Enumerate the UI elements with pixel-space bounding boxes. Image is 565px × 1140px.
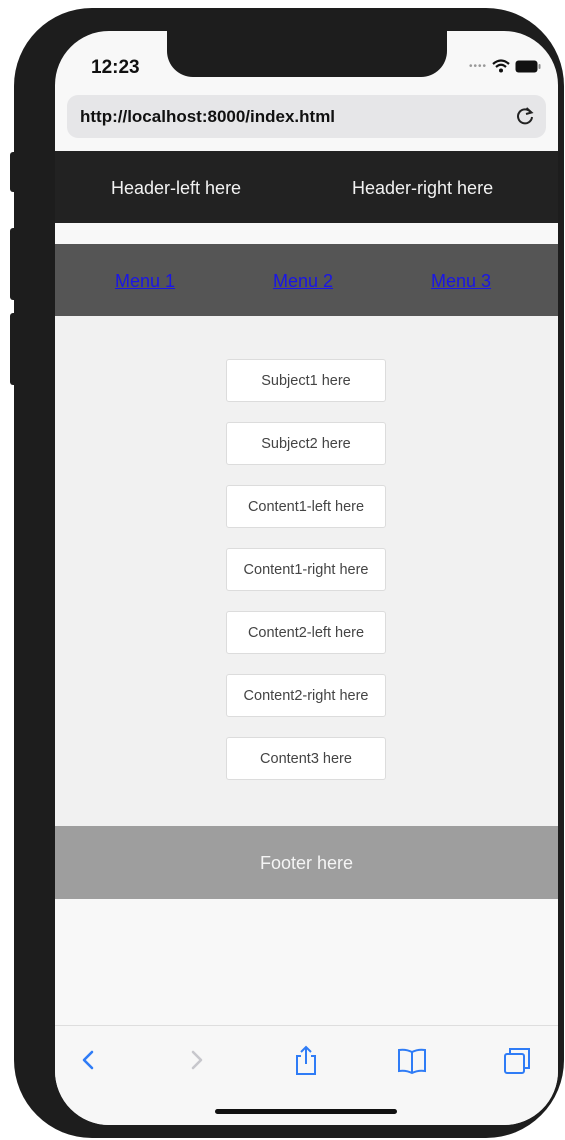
page-nav: Menu 1 Menu 2 Menu 3 (55, 244, 558, 316)
page-header: Header-left here Header-right here (55, 151, 558, 223)
page-footer: Footer here (55, 826, 558, 899)
reload-icon[interactable] (514, 105, 536, 127)
footer-text: Footer here (259, 853, 354, 873)
content-box-list: Subject1 here Subject2 here Content1-lef… (226, 359, 386, 800)
content2-right-box: Content2-right here (226, 674, 386, 717)
back-icon[interactable] (73, 1044, 103, 1076)
nav-menu-1[interactable]: Menu 1 (115, 271, 175, 292)
subject1-box: Subject1 here (226, 359, 386, 402)
nav-menu-2[interactable]: Menu 2 (273, 271, 333, 292)
subject2-box: Subject2 here (226, 422, 386, 465)
signal-dots-icon: •••• (469, 60, 488, 72)
nav-menu-3[interactable]: Menu 3 (431, 271, 491, 292)
content1-left-box: Content1-left here (226, 485, 386, 528)
page-blank-area (55, 899, 558, 1025)
page-content: Subject1 here Subject2 here Content1-lef… (55, 316, 558, 826)
content1-right-box: Content1-right here (226, 548, 386, 591)
address-bar[interactable]: http://localhost:8000/index.html (67, 95, 546, 138)
battery-icon (515, 60, 541, 72)
header-right: Header-right here (352, 178, 494, 198)
content3-box: Content3 here (226, 737, 386, 780)
header-left: Header-left here (111, 178, 242, 198)
forward-icon[interactable] (181, 1044, 211, 1076)
tabs-icon[interactable] (502, 1044, 532, 1076)
notch (167, 31, 447, 77)
share-icon[interactable] (291, 1044, 321, 1076)
home-indicator[interactable] (215, 1109, 397, 1114)
wifi-icon (492, 59, 510, 73)
content2-left-box: Content2-left here (226, 611, 386, 654)
bookmarks-icon[interactable] (397, 1044, 427, 1076)
status-time: 12:23 (91, 57, 140, 78)
status-icons: •••• (469, 59, 541, 73)
phone-screen-holder: 12:23 •••• http://localhost:8000/index.h… (14, 8, 564, 1138)
phone-screen: 12:23 •••• http://localhost:8000/index.h… (55, 31, 558, 1125)
address-url[interactable]: http://localhost:8000/index.html (80, 107, 335, 127)
